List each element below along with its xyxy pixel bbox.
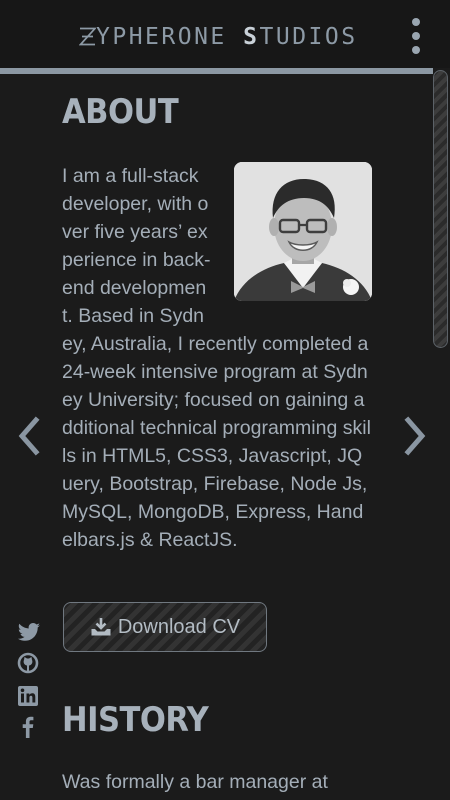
download-cv-label: Download CV <box>117 615 241 638</box>
menu-dot <box>412 46 420 54</box>
linkedin-icon[interactable] <box>17 685 41 707</box>
profile-photo <box>234 162 372 301</box>
brand-s-letter: S <box>243 24 260 50</box>
brand-logo[interactable]: YPHERONE STUDIOS <box>78 22 358 52</box>
download-cv-button[interactable]: Download CV <box>63 602 267 652</box>
scrollbar-thumb[interactable] <box>433 70 448 348</box>
brand-z-glyph <box>78 27 97 46</box>
top-navbar: YPHERONE STUDIOS <box>0 0 450 68</box>
facebook-icon[interactable] <box>17 715 41 738</box>
history-paragraph: Was formally a bar manager at <box>62 771 328 793</box>
menu-button[interactable] <box>402 18 430 54</box>
brand-name-first: YPHERONE <box>96 24 227 50</box>
history-heading: HISTORY <box>62 700 209 740</box>
github-icon[interactable] <box>17 652 41 674</box>
chevron-right-icon[interactable] <box>396 414 436 458</box>
brand-name-second: TUDIOS <box>259 24 358 50</box>
download-icon <box>91 618 111 636</box>
menu-dot <box>412 32 420 40</box>
chevron-left-icon[interactable] <box>10 414 50 458</box>
header-divider <box>0 68 450 74</box>
about-paragraph: I am a full-stack developer, with over f… <box>62 162 372 554</box>
menu-dot <box>412 18 420 26</box>
twitter-icon[interactable] <box>17 622 41 644</box>
about-heading: ABOUT <box>62 92 179 132</box>
